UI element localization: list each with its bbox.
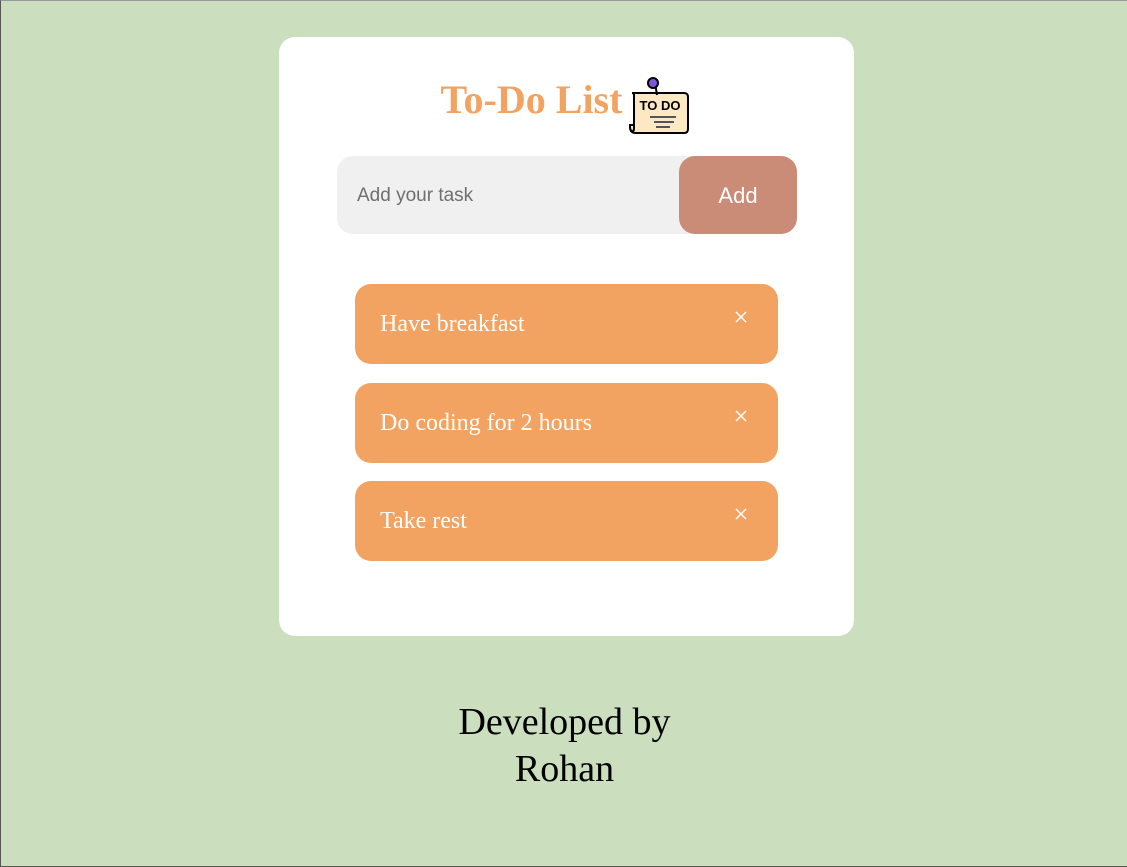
footer-line-2: Rohan [514,748,615,790]
close-icon[interactable] [734,409,748,423]
task-label: Have breakfast [380,311,525,337]
footer-credit: Developed by Rohan [1,699,1127,793]
title-row: To-Do List TO DO [279,77,854,137]
todo-note-icon: TO DO [629,77,690,134]
task-input[interactable] [355,156,679,236]
task-list: Have breakfast Do coding for 2 hours Tak… [355,284,778,580]
page-title: To-Do List [440,77,623,122]
task-item[interactable]: Have breakfast [355,284,778,364]
svg-text:TO DO: TO DO [640,98,681,113]
footer-line-1: Developed by [458,701,671,743]
close-icon[interactable] [734,310,748,324]
todo-card: To-Do List TO DO Add Have breakfast [279,37,854,636]
task-label: Do coding for 2 hours [380,410,592,436]
task-item[interactable]: Take rest [355,481,778,561]
task-item[interactable]: Do coding for 2 hours [355,383,778,463]
close-icon[interactable] [734,507,748,521]
add-button[interactable]: Add [679,156,797,234]
task-label: Take rest [380,508,467,534]
task-input-row: Add [337,156,797,236]
